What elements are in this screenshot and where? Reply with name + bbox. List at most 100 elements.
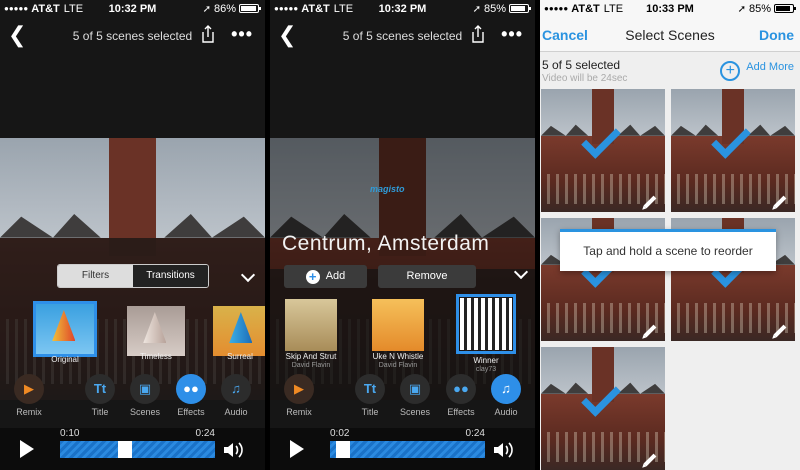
filter-label: Timeless bbox=[140, 352, 172, 361]
tool-audio[interactable]: ♫ Audio bbox=[211, 374, 261, 417]
tool-title[interactable]: Tt Title bbox=[345, 374, 395, 417]
status-bar: ●●●●● AT&T LTE 10:32 PM ➚ 86% bbox=[0, 0, 265, 18]
remove-label: Remove bbox=[406, 270, 448, 282]
album-winner[interactable] bbox=[456, 294, 516, 354]
add-label: Add bbox=[325, 270, 346, 282]
album-artist: clay73 bbox=[475, 366, 497, 373]
tab-transitions[interactable]: Transitions bbox=[133, 265, 208, 287]
plus-icon: + bbox=[720, 61, 741, 81]
tool-label: Effects bbox=[177, 407, 205, 417]
location-icon: ➚ bbox=[472, 4, 481, 15]
album-skip-and-strut[interactable] bbox=[285, 299, 337, 351]
status-bar: ●●●●● AT&T LTE 10:32 PM ➚ 85% bbox=[270, 0, 535, 18]
tool-scenes[interactable]: ▣ Scenes bbox=[390, 374, 440, 417]
play-icon[interactable] bbox=[20, 440, 34, 458]
page-title: 5 of 5 scenes selected bbox=[72, 29, 193, 43]
share-icon[interactable] bbox=[471, 25, 485, 43]
done-button[interactable]: Done bbox=[759, 27, 794, 43]
add-music-button[interactable]: + Add bbox=[284, 265, 367, 288]
more-icon[interactable]: ••• bbox=[501, 24, 523, 45]
tool-effects[interactable]: ●● Effects bbox=[166, 374, 216, 417]
overlay-title: Centrum, Amsterdam bbox=[282, 232, 490, 255]
current-time: 0:02 bbox=[330, 428, 350, 439]
title-icon: Tt bbox=[85, 374, 115, 404]
scrubber-knob[interactable] bbox=[118, 441, 133, 458]
effects-icon: ●● bbox=[446, 374, 476, 404]
tool-remix[interactable]: ▶ Remix bbox=[4, 374, 54, 417]
filter-transition-toggle: Filters Transitions bbox=[57, 264, 209, 288]
total-time: 0:24 bbox=[195, 428, 215, 439]
plus-icon: + bbox=[305, 270, 320, 284]
remove-music-button[interactable]: Remove bbox=[378, 265, 476, 288]
more-icon[interactable]: ••• bbox=[231, 24, 253, 45]
select-scenes-screen: ●●●●● AT&T LTE 10:33 PM ➚ 85% Cancel Selec… bbox=[540, 0, 800, 470]
filter-surreal[interactable] bbox=[213, 306, 265, 356]
tool-scenes[interactable]: ▣ Scenes bbox=[120, 374, 170, 417]
share-icon[interactable] bbox=[201, 25, 215, 43]
album-title: Skip And Strut bbox=[285, 352, 337, 361]
current-time: 0:10 bbox=[60, 428, 80, 439]
page-title: 5 of 5 scenes selected bbox=[342, 29, 463, 43]
title-icon: Tt bbox=[355, 374, 385, 404]
tool-label: Effects bbox=[447, 407, 475, 417]
player-bar: 0:02 0:24 bbox=[270, 428, 535, 470]
scrubber-knob[interactable] bbox=[336, 441, 351, 458]
album-artist: David Flavin bbox=[291, 362, 331, 369]
progress-bar[interactable] bbox=[60, 441, 215, 458]
tab-filters[interactable]: Filters bbox=[58, 265, 133, 287]
scene-tile[interactable] bbox=[541, 347, 665, 470]
battery-icon bbox=[239, 4, 261, 13]
magisto-logo: magisto bbox=[370, 184, 405, 194]
remix-icon: ▶ bbox=[14, 374, 44, 404]
selection-count: 5 of 5 selected bbox=[542, 58, 621, 72]
tool-label: Scenes bbox=[399, 407, 431, 417]
album-title: Uke N Whistle bbox=[372, 352, 424, 361]
tool-label: Remix bbox=[286, 407, 312, 417]
album-title: Winner bbox=[473, 356, 499, 365]
battery-percent: 85% bbox=[483, 3, 506, 15]
tool-effects[interactable]: ●● Effects bbox=[436, 374, 486, 417]
filter-label: Surreal bbox=[227, 352, 253, 361]
tool-remix[interactable]: ▶ Remix bbox=[274, 374, 324, 417]
remix-icon: ▶ bbox=[284, 374, 314, 404]
volume-icon[interactable] bbox=[493, 442, 515, 458]
total-time: 0:24 bbox=[465, 428, 485, 439]
scene-tile[interactable] bbox=[541, 89, 665, 212]
tool-label: Remix bbox=[16, 407, 42, 417]
status-bar: ●●●●● AT&T LTE 10:33 PM ➚ 85% bbox=[540, 0, 800, 18]
tool-label: Title bbox=[361, 407, 379, 417]
music-note-icon: ♫ bbox=[491, 374, 521, 404]
add-more-label: Add More bbox=[746, 61, 794, 73]
volume-icon[interactable] bbox=[223, 442, 245, 458]
battery-icon bbox=[509, 4, 531, 13]
tool-label: Scenes bbox=[129, 407, 161, 417]
filter-label: Original bbox=[51, 355, 79, 364]
tool-bar: ▶ Remix Tt Title ▣ Scenes ●● Effects ♫ A… bbox=[0, 374, 265, 426]
album-artist: David Flavin bbox=[378, 362, 418, 369]
tool-audio[interactable]: ♫ Audio bbox=[481, 374, 531, 417]
filter-original[interactable] bbox=[33, 301, 97, 357]
effects-screen: ●●●●● AT&T LTE 10:32 PM ➚ 86% ❮ 5 of 5 sce… bbox=[0, 0, 265, 470]
add-more-button[interactable]: + Add More bbox=[720, 61, 794, 81]
video-length: Video will be 24sec bbox=[542, 73, 628, 84]
filter-timeless[interactable] bbox=[127, 306, 185, 356]
scene-tile[interactable] bbox=[671, 89, 795, 212]
progress-bar[interactable] bbox=[330, 441, 485, 458]
battery-icon bbox=[774, 4, 796, 13]
music-note-icon: ♫ bbox=[221, 374, 251, 404]
tool-label: Audio bbox=[494, 407, 518, 417]
top-bar: ❮ 5 of 5 scenes selected ••• bbox=[270, 18, 535, 54]
nav-bar: Cancel Select Scenes Done bbox=[540, 18, 800, 52]
tool-title[interactable]: Tt Title bbox=[75, 374, 125, 417]
effects-icon: ●● bbox=[176, 374, 206, 404]
reorder-tooltip: Tap and hold a scene to reorder bbox=[560, 229, 776, 271]
tool-bar: ▶ Remix Tt Title ▣ Scenes ●● Effects ♫ A… bbox=[270, 374, 535, 426]
tool-label: Title bbox=[91, 407, 109, 417]
scenes-icon: ▣ bbox=[130, 374, 160, 404]
battery-percent: 86% bbox=[213, 3, 236, 15]
play-icon[interactable] bbox=[290, 440, 304, 458]
location-icon: ➚ bbox=[737, 4, 746, 15]
player-bar: 0:10 0:24 bbox=[0, 428, 265, 470]
battery-percent: 85% bbox=[748, 3, 771, 15]
album-uke-n-whistle[interactable] bbox=[372, 299, 424, 351]
